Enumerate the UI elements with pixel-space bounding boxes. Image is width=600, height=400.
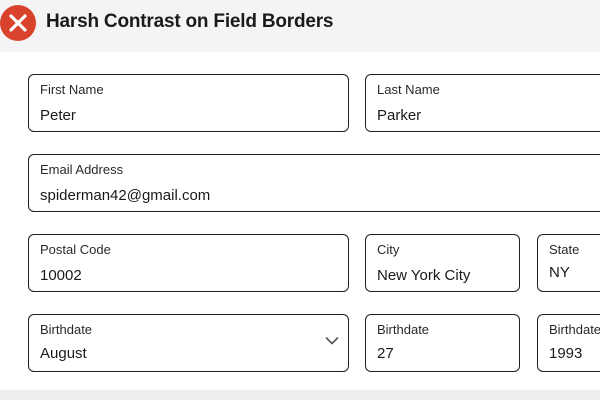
state-label: State — [549, 242, 580, 257]
first-name-field[interactable]: First Name Peter — [28, 74, 349, 132]
birth-month-select[interactable]: Birthdate August — [28, 314, 349, 372]
city-field[interactable]: City New York City — [365, 234, 520, 292]
first-name-label: First Name — [40, 82, 104, 97]
birth-day-label: Birthdate — [377, 322, 430, 337]
email-field[interactable]: Email Address spiderman42@gmail.com — [28, 154, 600, 212]
birth-day-field[interactable]: Birthdate 27 — [365, 314, 520, 372]
city-label: City — [377, 242, 400, 257]
birth-day-value: 27 — [377, 345, 394, 362]
birth-year-value: 1993 — [549, 345, 583, 362]
postal-code-label: Postal Code — [40, 242, 111, 257]
page-title: Harsh Contrast on Field Borders — [46, 11, 334, 32]
page: Harsh Contrast on Field Borders First Na… — [0, 0, 600, 400]
postal-code-field[interactable]: Postal Code 10002 — [28, 234, 349, 292]
state-value: NY — [549, 264, 570, 281]
postal-code-value: 10002 — [40, 267, 82, 284]
state-field[interactable]: State NY — [537, 234, 600, 292]
birth-year-label: Birthdate — [549, 322, 600, 337]
city-value: New York City — [377, 267, 471, 284]
birth-month-value: August — [40, 345, 87, 362]
close-x-glyph — [9, 14, 27, 32]
last-name-value: Parker — [377, 107, 422, 124]
birth-month-label: Birthdate — [40, 322, 93, 337]
bottom-divider — [0, 390, 600, 400]
email-label: Email Address — [40, 162, 124, 177]
header: Harsh Contrast on Field Borders — [0, 0, 600, 48]
close-icon[interactable] — [0, 5, 36, 41]
chevron-down-icon — [325, 337, 339, 345]
last-name-label: Last Name — [377, 82, 440, 97]
birth-year-field[interactable]: Birthdate 1993 — [537, 314, 600, 372]
first-name-value: Peter — [40, 107, 76, 124]
email-value: spiderman42@gmail.com — [40, 187, 211, 204]
form-card: First Name Peter Last Name Parker Email … — [0, 52, 600, 390]
last-name-field[interactable]: Last Name Parker — [365, 74, 600, 132]
